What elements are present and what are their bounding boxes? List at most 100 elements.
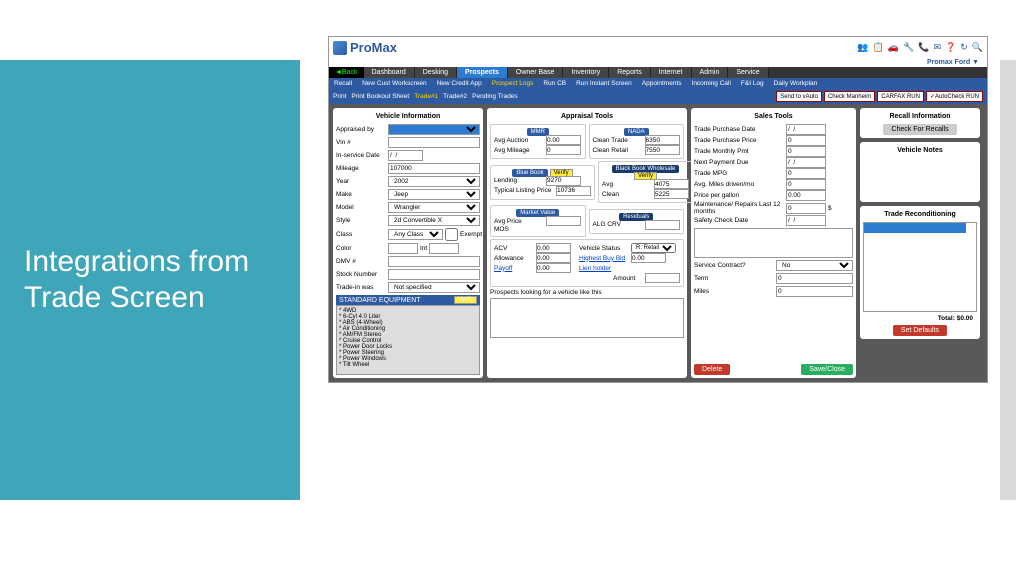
sales-input[interactable] (786, 190, 826, 201)
header-icon[interactable]: 🔍 (972, 42, 983, 53)
nav-tab[interactable]: Service (728, 67, 768, 78)
recon-panel: Trade Reconditioning Total: $0.00 Set De… (860, 206, 980, 339)
toolbar-link[interactable]: Print (333, 93, 346, 100)
header-icon[interactable]: ↻ (960, 42, 968, 53)
nav-tab[interactable]: Admin (692, 67, 729, 78)
int-input[interactable] (429, 243, 459, 254)
subnav-link[interactable]: Daily Workplan (769, 78, 823, 89)
make-select[interactable]: Jeep (388, 189, 480, 200)
panels-row: Vehicle Information Appraised by Vin # I… (329, 104, 987, 382)
sales-input[interactable] (786, 203, 826, 214)
header-icon[interactable]: 🔧 (903, 42, 914, 53)
trade-toolbar: Print Print Bookout Sheet Trade#1 Trade#2 Pe… (329, 89, 987, 104)
payoff-link[interactable]: Payoff (494, 265, 534, 272)
mileage-input[interactable] (388, 163, 480, 174)
model-select[interactable]: Wrangler (388, 202, 480, 213)
nav-tab[interactable]: Internet (651, 67, 692, 78)
main-nav: ◄Back DashboardDeskingProspectsOwner Bas… (329, 67, 987, 78)
toolbar-links: Print Print Bookout Sheet Trade#1 Trade#2 Pe… (333, 93, 523, 100)
nav-tab[interactable]: Dashboard (364, 67, 415, 78)
prospects-textarea[interactable] (490, 298, 684, 338)
slide-scrollbar[interactable] (1000, 60, 1016, 500)
style-select[interactable]: 2d Convertible X (388, 215, 480, 226)
equip-header: STANDARD EQUIPMENT Verify (336, 295, 480, 305)
class-select[interactable]: Any Class (388, 229, 443, 240)
header-icon[interactable]: ❓ (945, 42, 956, 53)
sales-input[interactable] (786, 135, 826, 146)
dmv-input[interactable] (388, 256, 480, 267)
appraisal-panel: Appraisal Tools MMR Avg Auction Avg Mile… (487, 108, 687, 378)
back-button[interactable]: ◄Back (329, 67, 364, 78)
toolbar-link[interactable]: Trade#1 (414, 93, 438, 100)
panel-title: Appraisal Tools (490, 111, 684, 122)
verify-equip-button[interactable]: Verify (454, 296, 477, 304)
nav-tab[interactable]: Reports (609, 67, 651, 78)
panel-title: Sales Tools (694, 111, 853, 122)
set-defaults-button[interactable]: Set Defaults (893, 325, 947, 336)
sales-input[interactable] (786, 157, 826, 168)
subnav-link[interactable]: New Credit App (432, 78, 487, 89)
year-select[interactable]: 2002 (388, 176, 480, 187)
integration-buttons: Send to vAutoCheck ManheimCARFAX RUN✓Aut… (776, 91, 983, 102)
stock-input[interactable] (388, 269, 480, 280)
sales-input[interactable] (786, 146, 826, 157)
nav-tab[interactable]: Inventory (563, 67, 609, 78)
save-button[interactable]: Save/Close (801, 364, 853, 375)
recon-grid[interactable] (863, 222, 977, 312)
delete-button[interactable]: Delete (694, 364, 730, 375)
logo: ProMax (333, 40, 397, 55)
toolbar-link[interactable]: Trade#2 (443, 93, 467, 100)
tradein-select[interactable]: Not specified (388, 282, 480, 293)
sales-input[interactable] (786, 168, 826, 179)
color-input[interactable] (388, 243, 418, 254)
nav-tab[interactable]: Prospects (457, 67, 508, 78)
header-icon-bar: 👥 📋 🚗 🔧 📞 ✉ ❓ ↻ 🔍 (857, 42, 983, 53)
subnav-link[interactable]: F&I Log (736, 78, 769, 89)
app-header: ProMax 👥 📋 🚗 🔧 📞 ✉ ❓ ↻ 🔍 (329, 37, 987, 58)
integration-button[interactable]: ✓AutoCheck RUN (926, 91, 983, 102)
right-column: Recall Information Check For Recalls Veh… (860, 108, 980, 378)
subnav-link[interactable]: Run Instant Screen (571, 78, 637, 89)
header-icon[interactable]: 👥 (857, 42, 868, 53)
inservice-input[interactable] (388, 150, 423, 161)
toolbar-link[interactable]: Print Bookout Sheet (351, 93, 409, 100)
vehicle-info-panel: Vehicle Information Appraised by Vin # I… (333, 108, 483, 378)
sales-tools-panel: Sales Tools Trade Purchase DateTrade Pur… (691, 108, 856, 378)
sales-notes[interactable] (694, 228, 853, 258)
sales-input[interactable] (786, 124, 826, 135)
lien-link[interactable]: Lien holder (579, 265, 629, 272)
integration-button[interactable]: CARFAX RUN (877, 91, 924, 102)
header-icon[interactable]: 📋 (873, 42, 884, 53)
sales-input[interactable] (786, 215, 826, 226)
integration-button[interactable]: Check Manheim (824, 91, 875, 102)
header-icon[interactable]: 🚗 (888, 42, 899, 53)
subnav-link[interactable]: Recall (329, 78, 357, 89)
integration-button[interactable]: Send to vAuto (776, 91, 822, 102)
service-contract-select[interactable]: No (776, 260, 853, 271)
subnav-link[interactable]: Prospect Logs (487, 78, 539, 89)
nav-tab[interactable]: Desking (415, 67, 457, 78)
slide-title: Integrations from Trade Screen (24, 244, 300, 316)
toolbar-link[interactable]: Pending Trades (472, 93, 518, 100)
recall-panel: Recall Information Check For Recalls (860, 108, 980, 138)
header-icon[interactable]: ✉ (933, 42, 941, 53)
vin-input[interactable] (388, 137, 480, 148)
dealer-selector[interactable]: Promax Ford ▼ (329, 58, 987, 67)
highest-buy-bid-link[interactable]: Highest Buy Bid (579, 255, 629, 262)
exempt-check[interactable] (445, 228, 458, 241)
logo-text: ProMax (350, 40, 397, 55)
sales-input[interactable] (786, 179, 826, 190)
subnav-link[interactable]: Run CB (538, 78, 571, 89)
equip-list[interactable]: * 4WD* 6-Cyl 4.0 Liter* ABS (4-Wheel)* A… (336, 305, 480, 375)
appraised-by-select[interactable] (388, 124, 480, 135)
subnav-link[interactable]: Incoming Call (687, 78, 736, 89)
subnav-link[interactable]: Appointments (637, 78, 687, 89)
sub-nav: RecallNew Cust WorkscreenNew Credit AppP… (329, 78, 987, 89)
logo-icon (333, 41, 347, 55)
check-recalls-button[interactable]: Check For Recalls (883, 124, 956, 135)
nav-tab[interactable]: Owner Base (508, 67, 564, 78)
header-icon[interactable]: 📞 (918, 42, 929, 53)
subnav-link[interactable]: New Cust Workscreen (357, 78, 432, 89)
promax-app-window: ProMax 👥 📋 🚗 🔧 📞 ✉ ❓ ↻ 🔍 Promax Ford ▼ ◄Back Das… (328, 36, 988, 383)
notes-panel: Vehicle Notes (860, 142, 980, 202)
